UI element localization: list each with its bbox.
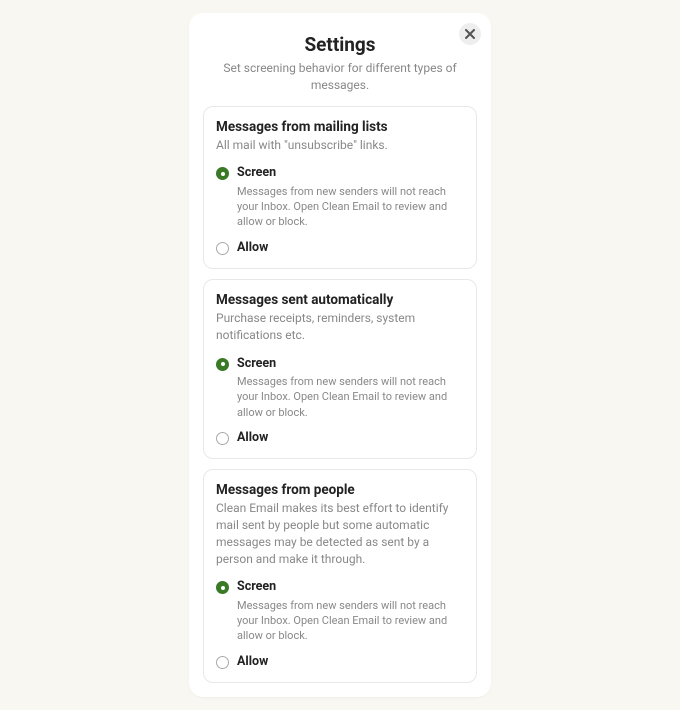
section-title: Messages from people (216, 482, 464, 498)
radio-label: Allow (237, 430, 464, 446)
radio-label: Allow (237, 240, 464, 256)
radio-content: Screen Messages from new senders will no… (237, 356, 464, 420)
option-allow[interactable]: Allow (216, 654, 464, 670)
close-button[interactable] (459, 23, 481, 45)
radio-desc: Messages from new senders will not reach… (237, 598, 464, 644)
section-desc: Clean Email makes its best effort to ide… (216, 500, 464, 567)
radio-icon (216, 581, 229, 594)
radio-label: Allow (237, 654, 464, 670)
section-title: Messages from mailing lists (216, 119, 464, 135)
radio-label: Screen (237, 579, 464, 595)
section-mailing-lists: Messages from mailing lists All mail wit… (203, 106, 477, 269)
radio-icon (216, 656, 229, 669)
radio-label: Screen (237, 356, 464, 372)
radio-content: Allow (237, 240, 464, 256)
option-screen[interactable]: Screen Messages from new senders will no… (216, 356, 464, 420)
radio-content: Screen Messages from new senders will no… (237, 579, 464, 643)
section-desc: Purchase receipts, reminders, system not… (216, 310, 464, 344)
radio-icon (216, 167, 229, 180)
radio-desc: Messages from new senders will not reach… (237, 184, 464, 230)
radio-icon (216, 358, 229, 371)
radio-desc: Messages from new senders will not reach… (237, 374, 464, 420)
radio-content: Allow (237, 654, 464, 670)
section-title: Messages sent automatically (216, 292, 464, 308)
option-screen[interactable]: Screen Messages from new senders will no… (216, 579, 464, 643)
section-automatic: Messages sent automatically Purchase rec… (203, 279, 477, 459)
radio-icon (216, 432, 229, 445)
page-subtitle: Set screening behavior for different typ… (223, 60, 457, 94)
settings-modal: Settings Set screening behavior for diff… (189, 13, 491, 697)
option-allow[interactable]: Allow (216, 430, 464, 446)
section-people: Messages from people Clean Email makes i… (203, 469, 477, 683)
radio-content: Allow (237, 430, 464, 446)
option-allow[interactable]: Allow (216, 240, 464, 256)
radio-icon (216, 242, 229, 255)
section-desc: All mail with "unsubscribe" links. (216, 137, 464, 154)
radio-label: Screen (237, 165, 464, 181)
radio-content: Screen Messages from new senders will no… (237, 165, 464, 229)
page-title: Settings (223, 33, 457, 56)
close-icon (465, 29, 475, 39)
modal-header: Settings Set screening behavior for diff… (203, 33, 477, 94)
option-screen[interactable]: Screen Messages from new senders will no… (216, 165, 464, 229)
